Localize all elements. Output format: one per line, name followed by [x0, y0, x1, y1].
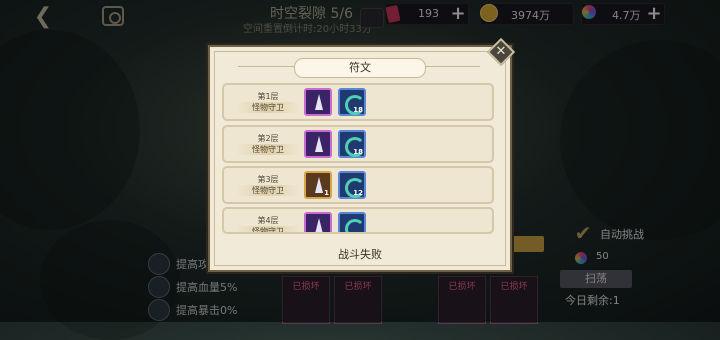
rune-count: 18 [353, 106, 363, 114]
floor-label: 第2层 怪物守卫 [228, 131, 300, 157]
floor-guard: 怪物守卫 [236, 144, 300, 155]
floor-label: 第4层 怪物守卫 [228, 213, 300, 232]
close-icon: ✕ [495, 44, 507, 59]
floor-label: 第3层 怪物守卫 [228, 172, 300, 198]
rune-count: 1 [324, 189, 329, 197]
floor-label: 第1层 怪物守卫 [228, 89, 300, 115]
rune-count: 18 [353, 148, 363, 156]
rune-count: 12 [353, 189, 363, 197]
title-divider [238, 66, 294, 67]
title-divider [424, 66, 480, 67]
floor-number: 第2层 [257, 134, 279, 143]
floor-guard: 怪物守卫 [236, 185, 300, 196]
rune-swirl-icon[interactable]: 12 [338, 171, 366, 199]
floor-guard: 怪物守卫 [236, 102, 300, 113]
floor-number: 第4层 [257, 216, 279, 225]
floor-row: 第3层 怪物守卫 1 12 [222, 166, 494, 204]
rune-arrow-icon[interactable]: 1 [304, 171, 332, 199]
rune-arrow-icon[interactable] [304, 130, 332, 158]
battle-result: 战斗失败 [338, 248, 382, 261]
floor-number: 第3层 [257, 175, 279, 184]
rune-arrow-icon[interactable] [304, 88, 332, 116]
rune-swirl-icon[interactable] [338, 212, 366, 232]
rune-swirl-icon[interactable]: 18 [338, 88, 366, 116]
floor-number: 第1层 [257, 92, 279, 101]
floor-row: 第4层 怪物守卫 [222, 207, 494, 234]
rune-swirl-icon[interactable]: 18 [338, 130, 366, 158]
rune-arrow-icon[interactable] [304, 212, 332, 232]
floor-row: 第2层 怪物守卫 18 [222, 125, 494, 163]
modal-title: 符文 [294, 58, 426, 78]
floor-row: 第1层 怪物守卫 18 [222, 83, 494, 121]
floor-guard: 怪物守卫 [236, 226, 300, 232]
